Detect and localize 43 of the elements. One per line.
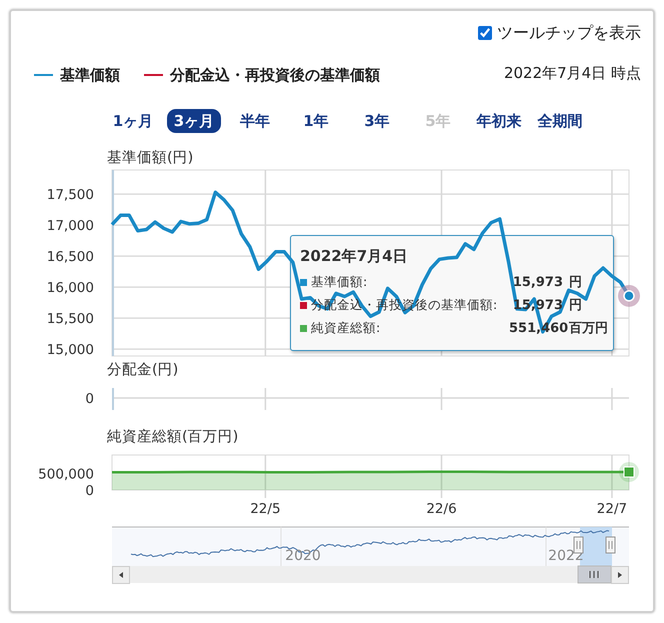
axis-label: 0 [85, 483, 94, 499]
hover-point [618, 284, 640, 307]
tooltip-checkbox[interactable] [478, 26, 492, 40]
tooltip-value: 15,973 [512, 274, 564, 290]
scroll-left-button[interactable] [112, 566, 130, 584]
axis-label: 17,500 [46, 187, 94, 204]
legend-label[interactable]: 基準価額 [60, 66, 120, 84]
tooltip-unit: 円 [569, 274, 583, 291]
range-tab[interactable]: 3年 [350, 109, 404, 133]
range-tab[interactable]: 1ヶ月 [106, 109, 160, 133]
left-arrow-icon [119, 572, 123, 578]
range-tab[interactable]: 1年 [289, 109, 343, 133]
tooltip-label: 基準価額: [311, 274, 368, 290]
axis-label: 16,500 [46, 249, 94, 266]
scroll-right-button[interactable] [611, 566, 629, 584]
axis-label: 22/6 [426, 501, 457, 517]
checkbox-label[interactable]: ツールチップを表示 [497, 22, 641, 44]
axis-label: 500,000 [38, 466, 94, 483]
axis-label: 15,000 [46, 342, 94, 358]
tooltip-title: 2022年7月4日 [300, 247, 408, 267]
range-tab[interactable]: 年初来 [472, 109, 526, 133]
chart-title: 純資産総額(百万円) [107, 429, 238, 445]
axis-label: 0 [85, 391, 94, 407]
tooltip-label: 純資産総額: [311, 320, 382, 336]
tooltip-unit: 円 [569, 297, 583, 314]
hover-point [619, 462, 639, 482]
range-tab[interactable]: 3ヶ月 [167, 109, 221, 133]
axis-label: 15,500 [46, 311, 94, 328]
axis-label: 2020 [285, 548, 321, 564]
tooltip-unit: 百万円 [569, 320, 609, 337]
axis-label: 22/7 [596, 501, 628, 517]
right-arrow-icon [618, 572, 622, 578]
legend-label[interactable]: 分配金込・再投資後の基準価額 [170, 66, 380, 84]
range-tab[interactable]: 半年 [228, 109, 282, 133]
range-tab[interactable]: 全期間 [533, 109, 587, 133]
axis-label: 22/5 [250, 501, 281, 517]
axis-label: 16,000 [46, 280, 94, 296]
navigator-handle[interactable] [606, 536, 616, 554]
chart-title: 基準価額(円) [107, 150, 194, 166]
chart-title: 分配金(円) [107, 362, 178, 378]
axis-label: 17,000 [46, 218, 94, 234]
scrollbar-thumb[interactable] [578, 566, 612, 584]
as-of-date: 2022年7月4日 時点 [504, 64, 641, 82]
